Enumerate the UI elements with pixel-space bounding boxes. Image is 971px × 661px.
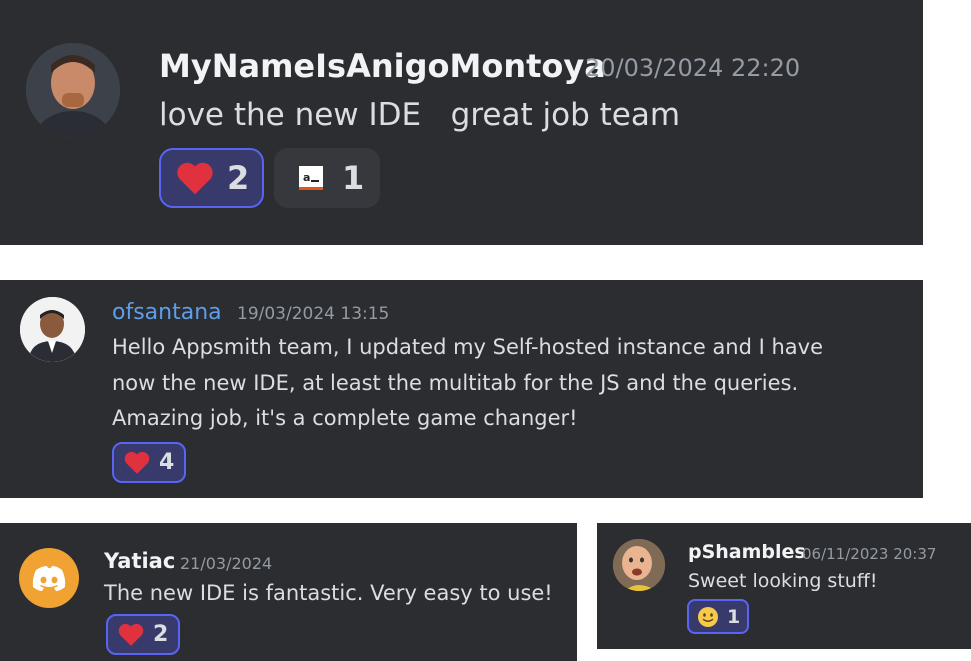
reaction-heart[interactable]: 2: [106, 614, 180, 655]
message-line-1: Hello Appsmith team, I updated my Self-h…: [112, 335, 824, 359]
reaction-count: 1: [727, 605, 741, 628]
appsmith-logo-icon: a: [299, 166, 323, 190]
heart-icon: [118, 623, 144, 646]
reaction-count: 1: [342, 159, 365, 197]
avatar[interactable]: [20, 297, 85, 362]
timestamp: 20/03/2024 22:20: [585, 54, 801, 82]
user-photo-icon: [26, 43, 120, 137]
avatar[interactable]: [19, 548, 79, 608]
message-card-1: MyNameIsAnigoMontoya 20/03/2024 22:20 lo…: [0, 0, 923, 245]
reaction-appsmith[interactable]: a 1: [274, 148, 380, 208]
avatar[interactable]: [613, 539, 665, 591]
reaction-count: 2: [153, 622, 169, 647]
message-card-4: pShambles 06/11/2023 20:37 Sweet looking…: [597, 523, 971, 649]
message-card-3: Yatiac 21/03/2024 The new IDE is fantast…: [0, 523, 577, 661]
heart-icon: [177, 162, 213, 195]
username[interactable]: MyNameIsAnigoMontoya: [159, 47, 606, 85]
message-text: Sweet looking stuff!: [688, 570, 878, 592]
svg-text:a: a: [303, 171, 310, 184]
message-text: love the new IDE great job team: [159, 97, 681, 133]
avatar[interactable]: [26, 43, 120, 137]
username[interactable]: ofsantana: [112, 300, 222, 325]
reaction-count: 4: [159, 450, 175, 475]
reaction-heart[interactable]: 4: [112, 442, 186, 483]
reaction-smile[interactable]: 1: [687, 599, 749, 634]
username[interactable]: Yatiac: [104, 549, 175, 573]
user-photo-icon: [613, 539, 665, 591]
slightly-smiling-face-icon: [698, 606, 718, 627]
username[interactable]: pShambles: [688, 541, 806, 563]
timestamp: 19/03/2024 13:15: [237, 304, 390, 324]
timestamp: 21/03/2024: [180, 554, 273, 573]
message-text: The new IDE is fantastic. Very easy to u…: [104, 581, 553, 605]
reaction-count: 2: [227, 159, 250, 197]
message-line-2: now the new IDE, at least the multitab f…: [112, 371, 799, 395]
discord-logo-icon: [32, 566, 66, 591]
message-line-3: Amazing job, it's a complete game change…: [112, 406, 578, 430]
timestamp: 06/11/2023 20:37: [802, 545, 937, 563]
user-photo-icon: [20, 297, 85, 362]
message-card-2: ofsantana 19/03/2024 13:15 Hello Appsmit…: [0, 280, 923, 498]
reaction-heart[interactable]: 2: [159, 148, 264, 208]
heart-icon: [124, 451, 150, 474]
